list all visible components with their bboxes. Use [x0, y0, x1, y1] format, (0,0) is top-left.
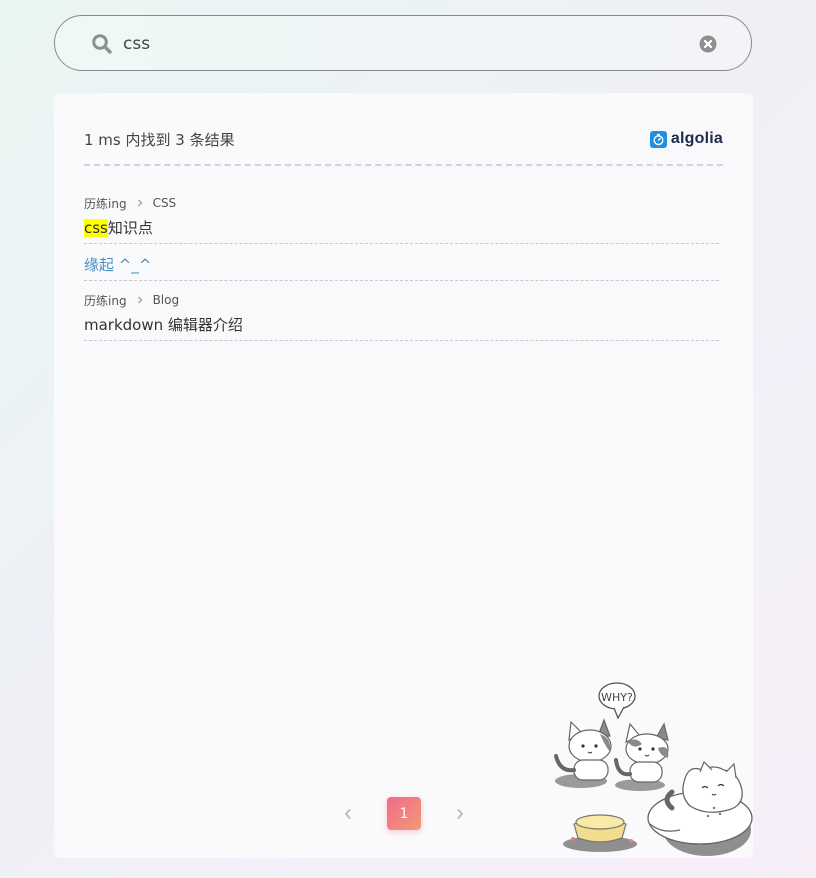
chevron-right-icon: [457, 808, 464, 819]
breadcrumb-item: 历练ing: [84, 293, 127, 308]
match-highlight: css: [84, 219, 108, 237]
result-breadcrumb: 历练ing CSS: [84, 194, 719, 212]
prev-page-button[interactable]: [340, 806, 356, 822]
results-list: 历练ing CSS css知识点 缘起 ^_^ 历练ing Blog markd…: [84, 194, 719, 351]
next-page-button[interactable]: [452, 806, 468, 822]
clear-search-icon[interactable]: [699, 35, 717, 53]
search-bar: [54, 15, 752, 71]
breadcrumb-item: Blog: [152, 293, 180, 307]
cat-lying: [647, 760, 753, 856]
breadcrumb-item: CSS: [152, 196, 177, 210]
result-breadcrumb: 历练ing Blog: [84, 291, 719, 309]
pagination: 1: [340, 797, 468, 830]
cat-left: [554, 718, 612, 788]
result-title[interactable]: markdown 编辑器介绍: [84, 314, 719, 336]
speech-bubble: WHY?: [598, 682, 636, 720]
result-title[interactable]: css知识点: [84, 217, 719, 239]
speech-bubble-text: WHY?: [601, 691, 633, 704]
chevron-right-icon: [137, 296, 143, 304]
search-icon: [92, 34, 112, 54]
stats-divider: [84, 164, 723, 166]
cat-middle: [614, 722, 669, 791]
chevron-right-icon: [137, 199, 143, 207]
result-item[interactable]: 缘起 ^_^: [84, 254, 719, 281]
search-input[interactable]: [123, 30, 683, 58]
results-stats: 1 ms 内找到 3 条结果: [84, 131, 235, 149]
result-item[interactable]: 历练ing CSS css知识点: [84, 194, 719, 244]
result-title-text: 知识点: [107, 219, 153, 237]
cats-illustration: WHY?: [554, 682, 753, 856]
food-bowl: [563, 814, 637, 852]
algolia-logo[interactable]: algolia: [649, 130, 723, 148]
result-title[interactable]: 缘起 ^_^: [84, 254, 719, 276]
algolia-stopwatch-icon: [649, 130, 667, 148]
result-item[interactable]: 历练ing Blog markdown 编辑器介绍: [84, 291, 719, 341]
algolia-wordmark: algolia: [670, 130, 723, 147]
breadcrumb-item: 历练ing: [84, 196, 127, 211]
chevron-left-icon: [344, 808, 351, 819]
page-button-1[interactable]: 1: [387, 797, 421, 830]
